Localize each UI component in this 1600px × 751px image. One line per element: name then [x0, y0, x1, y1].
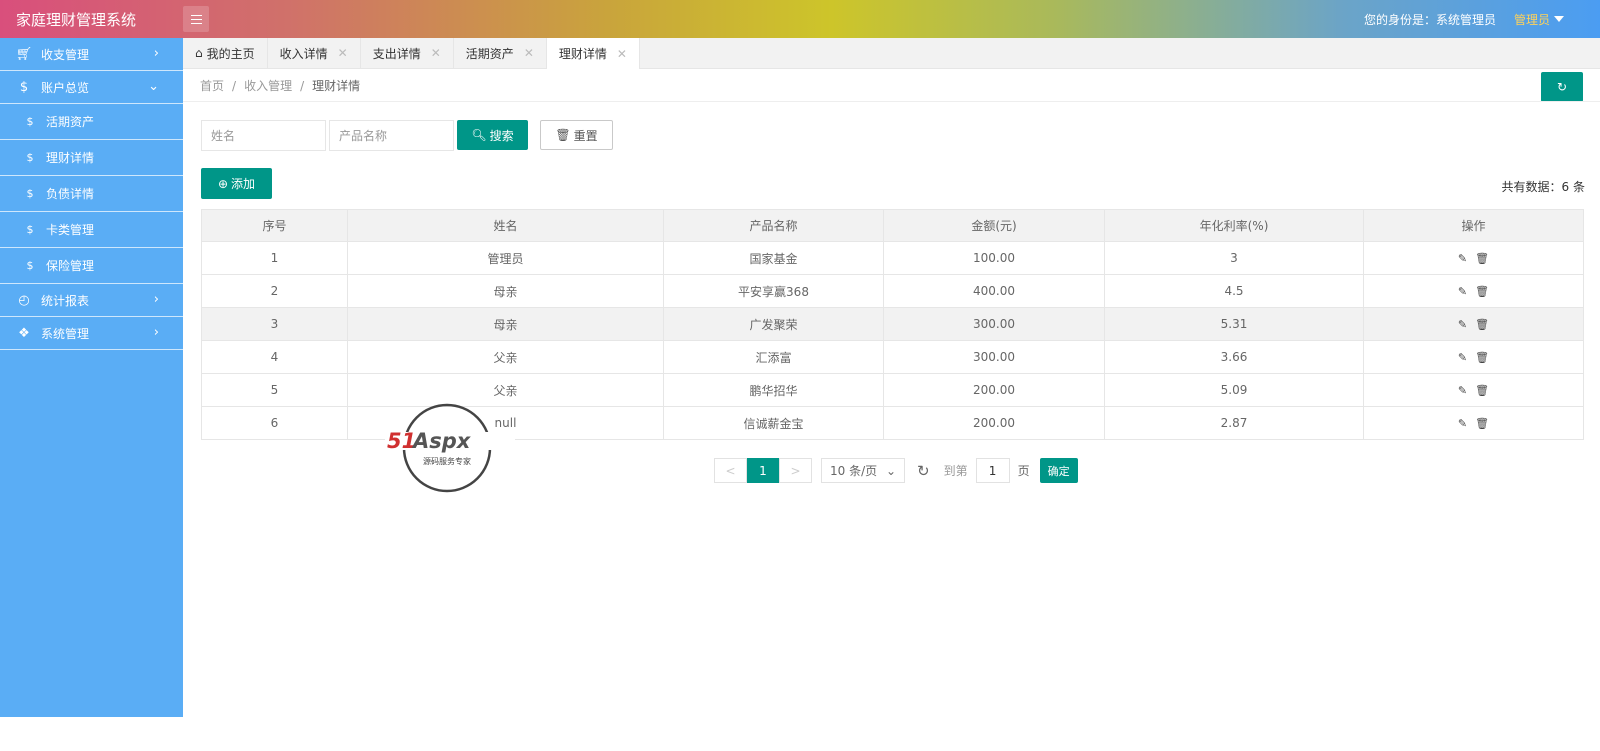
user-menu[interactable]: 管理员: [1514, 11, 1564, 28]
column-header-amount: 金额(元): [883, 209, 1105, 242]
page-unit-label: 页: [1017, 464, 1030, 478]
divider: [183, 101, 1600, 102]
product-search-input[interactable]: 产品名称: [329, 120, 454, 151]
dollar-icon: $: [26, 115, 34, 128]
edit-icon[interactable]: ✎: [1458, 351, 1467, 364]
table-header-row: 序号 姓名 产品名称 金额(元) 年化利率(%) 操作: [201, 209, 1584, 242]
sidebar-item-debt-details[interactable]: $ 负债详情: [0, 176, 183, 212]
chevron-down-icon: ⌄: [148, 79, 159, 94]
tab-current-assets[interactable]: 活期资产 ✕: [454, 38, 547, 68]
sidebar: 🛒︎ 收支管理 › $ 账户总览 ⌄ $ 活期资产 $ 理财详情 $ 负债详情 …: [0, 38, 183, 717]
logo-graphic: 51 Aspx 源码服务专家: [385, 403, 515, 493]
edit-icon[interactable]: ✎: [1458, 384, 1467, 397]
sidebar-item-finance-details[interactable]: $ 理财详情: [0, 140, 183, 176]
add-button[interactable]: ⊕ 添加: [201, 168, 272, 199]
tab-finance-details[interactable]: 理财详情 ✕: [546, 38, 640, 69]
prev-page-button[interactable]: <: [714, 458, 747, 483]
svg-text:源码服务专家: 源码服务专家: [423, 456, 471, 466]
delete-icon[interactable]: 🗑︎: [1475, 318, 1489, 331]
tab-bar: ⌂ 我的主页 收入详情 ✕ 支出详情 ✕ 活期资产 ✕ 理财详情 ✕: [183, 38, 1600, 69]
pagination: < 1 > 10 条/页 ⌄ ↻ 到第 1 页 确定: [714, 458, 1078, 483]
chevron-right-icon: ›: [153, 325, 159, 340]
search-icon: 🔍︎: [471, 128, 487, 142]
delete-icon[interactable]: 🗑︎: [1475, 252, 1489, 265]
total-count: 共有数据：6 条: [1501, 180, 1585, 194]
hamburger-icon: [190, 14, 202, 16]
breadcrumb-current: 理财详情: [312, 79, 361, 93]
table-row: 3 母亲 广发聚荣 300.00 5.31 ✎ 🗑︎: [201, 307, 1584, 341]
sidebar-item-current-assets[interactable]: $ 活期资产: [0, 104, 183, 140]
dollar-icon: $: [19, 79, 29, 95]
refresh-icon: ↻: [1556, 80, 1568, 94]
grid-icon: ❖: [18, 325, 30, 341]
caret-down-icon: [1554, 16, 1564, 22]
page-size-select[interactable]: 10 条/页 ⌄: [821, 458, 905, 483]
delete-icon[interactable]: 🗑︎: [1475, 417, 1489, 430]
table-row: 1 管理员 国家基金 100.00 3 ✎ 🗑︎: [201, 241, 1584, 275]
close-icon[interactable]: ✕: [338, 46, 348, 60]
sidebar-item-system[interactable]: ❖ 系统管理 ›: [0, 317, 183, 350]
user-name: 管理员: [1513, 12, 1550, 27]
menu-toggle-button[interactable]: [183, 6, 209, 32]
tag-icon: ⌂: [195, 46, 203, 60]
column-header-index: 序号: [201, 209, 348, 242]
edit-icon[interactable]: ✎: [1458, 417, 1467, 430]
sidebar-item-insurance[interactable]: $ 保险管理: [0, 248, 183, 284]
column-header-rate: 年化利率(%): [1104, 209, 1364, 242]
breadcrumb-parent[interactable]: 收入管理: [244, 79, 292, 93]
dollar-icon: $: [26, 259, 34, 272]
svg-text:Aspx: Aspx: [411, 429, 472, 453]
current-page-button[interactable]: 1: [747, 458, 779, 483]
close-icon[interactable]: ✕: [524, 46, 534, 60]
chevron-right-icon: ›: [153, 292, 159, 307]
plus-circle-icon: ⊕: [217, 176, 229, 191]
tab-home[interactable]: ⌂ 我的主页: [183, 38, 268, 68]
svg-text:51: 51: [387, 429, 416, 453]
trash-icon: 🗑︎: [555, 128, 571, 142]
goto-page-input[interactable]: 1: [975, 458, 1010, 483]
dollar-icon: $: [26, 151, 34, 164]
sidebar-item-reports[interactable]: ◴ 统计报表 ›: [0, 284, 183, 317]
delete-icon[interactable]: 🗑︎: [1475, 285, 1489, 298]
search-button[interactable]: 🔍︎ 搜索: [457, 120, 528, 150]
edit-icon[interactable]: ✎: [1458, 252, 1467, 265]
watermark-logo: 51 Aspx 源码服务专家: [385, 402, 515, 494]
edit-icon[interactable]: ✎: [1458, 318, 1467, 331]
cart-icon: 🛒︎: [15, 46, 33, 62]
dollar-icon: $: [26, 187, 34, 200]
goto-confirm-button[interactable]: 确定: [1039, 458, 1078, 483]
column-header-actions: 操作: [1363, 209, 1584, 242]
dollar-icon: $: [26, 223, 34, 236]
refresh-icon[interactable]: ↻: [917, 462, 930, 480]
chart-icon: ◴: [18, 292, 30, 308]
top-header: 家庭理财管理系统 您的身份是：系统管理员 管理员: [0, 0, 1600, 38]
sidebar-item-account-overview[interactable]: $ 账户总览 ⌄: [0, 71, 183, 104]
column-header-product: 产品名称: [663, 209, 884, 242]
breadcrumb-home[interactable]: 首页: [200, 79, 224, 93]
edit-icon[interactable]: ✎: [1458, 285, 1467, 298]
name-search-input[interactable]: 姓名: [201, 120, 326, 151]
breadcrumb: 首页 / 收入管理 / 理财详情: [200, 79, 361, 93]
reset-button[interactable]: 🗑︎ 重置: [540, 120, 613, 150]
table-row: 4 父亲 汇添富 300.00 3.66 ✎ 🗑︎: [201, 340, 1584, 374]
chevron-right-icon: ›: [153, 46, 159, 61]
tab-income-details[interactable]: 收入详情 ✕: [268, 38, 361, 68]
identity-label: 您的身份是：系统管理员: [1363, 12, 1496, 27]
goto-label: 到第: [943, 464, 968, 478]
sidebar-item-card-management[interactable]: $ 卡类管理: [0, 212, 183, 248]
column-header-name: 姓名: [347, 209, 664, 242]
header-user-area: 您的身份是：系统管理员 管理员: [1364, 11, 1600, 28]
close-icon[interactable]: ✕: [617, 47, 627, 61]
table-row: 2 母亲 平安享赢368 400.00 4.5 ✎ 🗑︎: [201, 274, 1584, 308]
tab-expense-details[interactable]: 支出详情 ✕: [361, 38, 454, 68]
close-icon[interactable]: ✕: [431, 46, 441, 60]
app-title: 家庭理财管理系统: [16, 10, 137, 29]
next-page-button[interactable]: >: [779, 458, 812, 483]
delete-icon[interactable]: 🗑︎: [1475, 351, 1489, 364]
chevron-down-icon: ⌄: [885, 463, 896, 478]
sidebar-item-income-expense[interactable]: 🛒︎ 收支管理 ›: [0, 38, 183, 71]
page-refresh-button[interactable]: ↻: [1541, 72, 1583, 102]
delete-icon[interactable]: 🗑︎: [1475, 384, 1489, 397]
